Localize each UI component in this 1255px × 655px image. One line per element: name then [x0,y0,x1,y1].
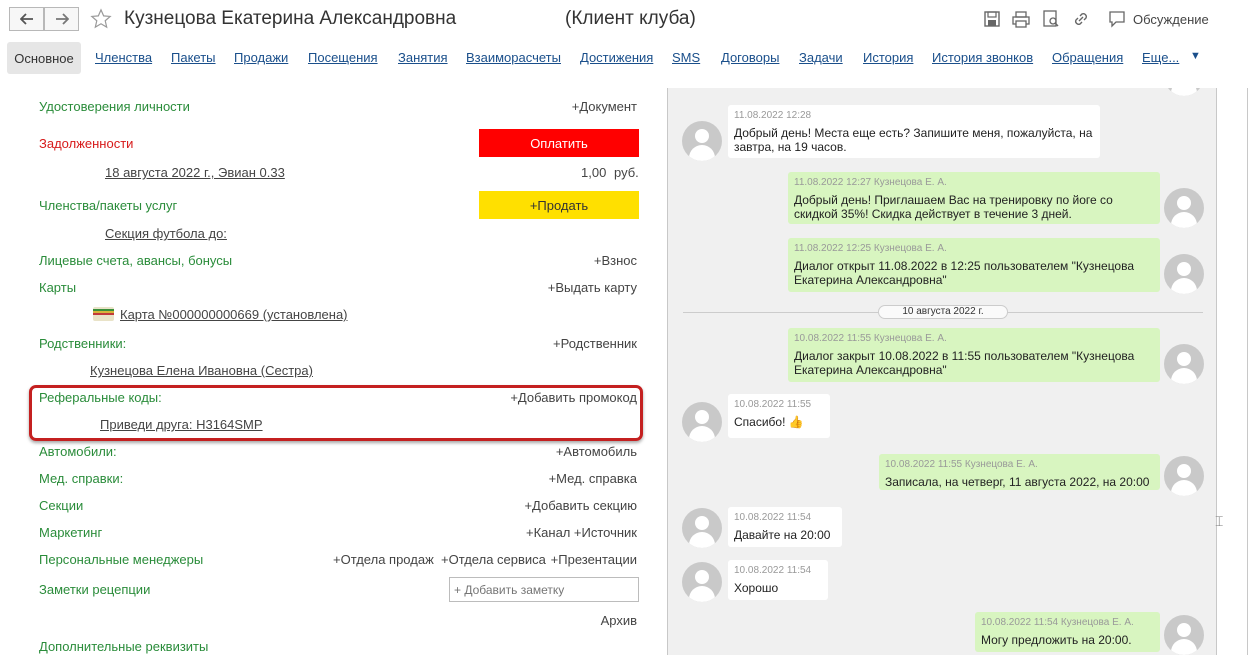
add-document-button[interactable]: +Документ [572,99,637,114]
back-button[interactable] [9,7,44,31]
card-icon [93,307,114,321]
tab-achievements[interactable]: Достижения [580,50,653,65]
relative-item-link[interactable]: Кузнецова Елена Ивановна (Сестра) [90,363,313,378]
tab-packages[interactable]: Пакеты [171,50,216,65]
add-source-button[interactable]: +Источник [574,525,637,540]
add-car-button[interactable]: +Автомобиль [556,444,637,459]
chat-message-incoming: 10.08.2022 11:54 Хорошо [728,560,828,600]
date-separator: 10 августа 2022 г. [878,305,1008,319]
debt-item-link[interactable]: 18 августа 2022 г., Эвиан 0.33 [105,165,285,180]
tab-tasks[interactable]: Задачи [799,50,843,65]
relatives-label: Родственники: [39,336,127,351]
accounts-label: Лицевые счета, авансы, бонусы [39,253,233,268]
chat-panel[interactable]: 11.08.2022 12:28 Добрый день! Места еще … [667,88,1217,655]
avatar [1164,188,1204,228]
print-icon[interactable] [1012,10,1032,30]
add-relative-button[interactable]: +Родственник [553,336,637,351]
arrow-left-icon [19,13,33,25]
extra-requisites-label: Дополнительные реквизиты [39,639,209,654]
avatar [682,562,722,602]
tab-history[interactable]: История [863,50,913,65]
reception-notes-label: Заметки рецепции [39,582,151,597]
managers-label: Персональные менеджеры [39,552,204,567]
avatar [682,121,722,161]
marketing-label: Маркетинг [39,525,103,540]
pay-button[interactable]: Оплатить [479,129,639,157]
tab-visits[interactable]: Посещения [308,50,378,65]
membership-item-link[interactable]: Секция футбола до: [105,226,227,241]
tab-more[interactable]: Еще... [1142,50,1179,65]
avatar [1164,456,1204,496]
issue-card-button[interactable]: +Выдать карту [548,280,637,295]
avatar [1164,254,1204,294]
chat-message-incoming: 10.08.2022 11:54 Давайте на 20:00 [728,507,842,547]
add-medical-button[interactable]: +Мед. справка [549,471,637,486]
tab-call-history[interactable]: История звонков [932,50,1033,65]
chat-message-outgoing: 11.08.2022 12:25 Кузнецова Е. А. Диалог … [788,238,1160,292]
page-title: Кузнецова Екатерина Александровна [124,8,457,29]
tab-contracts[interactable]: Договоры [721,50,779,65]
tab-requests[interactable]: Обращения [1052,50,1123,65]
avatar [1164,615,1204,655]
save-icon[interactable] [983,10,1003,30]
avatar [682,402,722,442]
client-card-window: Кузнецова Екатерина Александровна (Клиен… [0,0,1255,655]
add-sales-manager-button[interactable]: +Отдела продаж [333,552,434,567]
tab-classes[interactable]: Занятия [398,50,448,65]
debt-currency: руб. [614,165,639,180]
discussion-button[interactable]: Обсуждение [1133,12,1209,27]
avatar [682,508,722,548]
debt-amount: 1,00 [581,165,607,180]
tab-sms[interactable]: SMS [672,50,700,65]
avatar [1164,344,1204,384]
chat-icon[interactable] [1108,10,1128,30]
chat-message-incoming: 11.08.2022 12:28 Добрый день! Места еще … [728,105,1100,158]
avatar [1164,88,1204,96]
chat-scrollbar[interactable]: ⌶ [1215,88,1248,655]
tab-sales[interactable]: Продажи [234,50,288,65]
add-presentation-button[interactable]: +Презентации [551,552,637,567]
sections-label: Секции [39,498,84,513]
card-item-link[interactable]: Карта №000000000669 (установлена) [120,307,348,322]
link-icon[interactable] [1072,10,1092,30]
tab-memberships[interactable]: Членства [95,50,152,65]
add-note-input[interactable] [449,577,639,602]
referral-code-link[interactable]: Приведи друга: H3164SMP [100,417,263,432]
page-subtitle: (Клиент клуба) [565,8,696,29]
chat-message-outgoing: 11.08.2022 12:27 Кузнецова Е. А. Добрый … [788,172,1160,224]
chat-message-outgoing: 10.08.2022 11:55 Кузнецова Е. А. Записал… [879,454,1160,490]
debts-label: Задолженности [39,136,134,151]
cards-label: Карты [39,280,77,295]
forward-button[interactable] [44,7,79,31]
add-service-manager-button[interactable]: +Отдела сервиса [441,552,546,567]
chat-message-incoming: 10.08.2022 11:55 Спасибо! 👍 [728,394,830,438]
archive-link[interactable]: Архив [601,613,637,628]
referral-codes-label: Реферальные коды: [39,390,162,405]
arrow-right-icon [55,13,69,25]
chat-message-outgoing: 10.08.2022 11:55 Кузнецова Е. А. Диалог … [788,328,1160,382]
favorite-star-icon[interactable] [90,8,114,32]
chevron-down-icon[interactable]: ▼ [1190,50,1201,62]
tab-bar: Членства Пакеты Продажи Посещения Заняти… [0,41,1255,75]
sell-button[interactable]: +Продать [479,191,639,219]
add-promo-code-button[interactable]: +Добавить промокод [510,390,637,405]
report-icon[interactable] [1042,10,1062,30]
chat-message-outgoing: 10.08.2022 11:54 Кузнецова Е. А. Могу пр… [975,612,1160,652]
memberships-label: Членства/пакеты услуг [39,198,178,213]
add-section-button[interactable]: +Добавить секцию [524,498,637,513]
thumbs-up-icon: 👍 [788,415,804,429]
medical-label: Мед. справки: [39,471,124,486]
tab-settlements[interactable]: Взаиморасчеты [466,50,561,65]
add-channel-button[interactable]: +Канал [526,525,570,540]
add-deposit-button[interactable]: +Взнос [594,253,637,268]
id-docs-label: Удостоверения личности [39,99,190,114]
resize-cursor-icon: ⌶ [1215,513,1224,529]
cars-label: Автомобили: [39,444,117,459]
